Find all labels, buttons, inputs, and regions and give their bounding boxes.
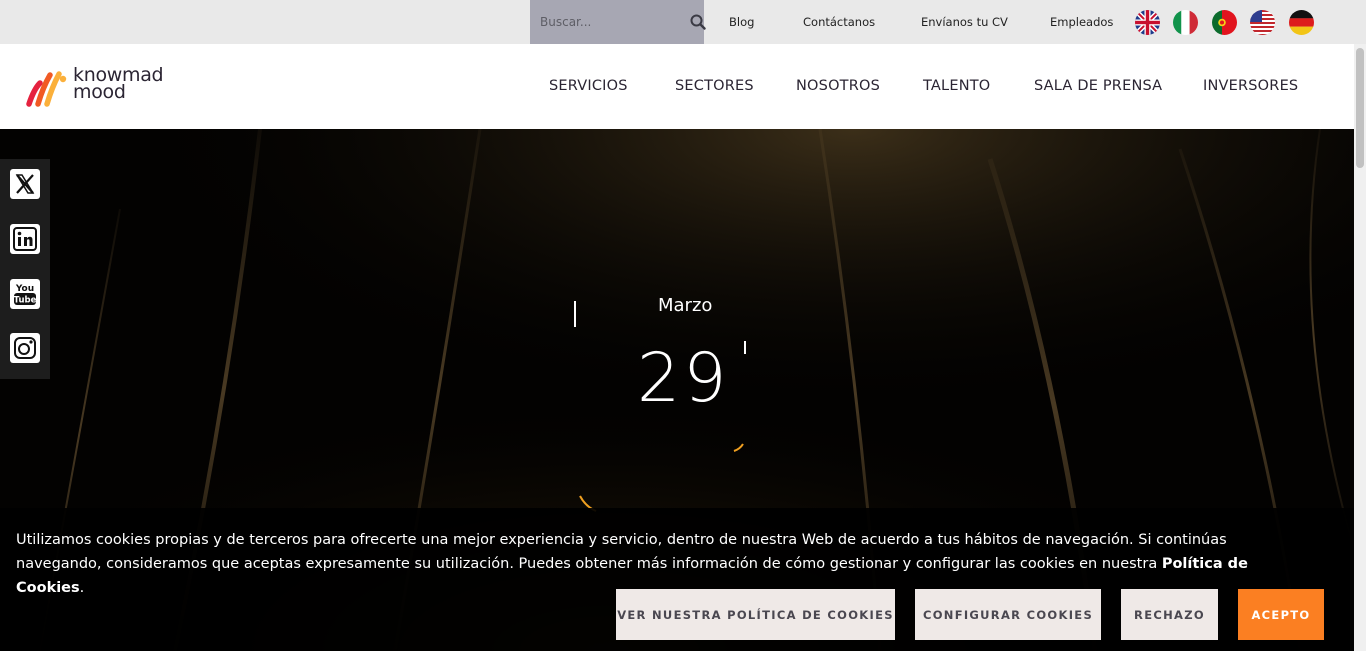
germany-flag-icon[interactable] (1289, 10, 1314, 35)
search-icon[interactable] (690, 0, 706, 44)
nav-inversores[interactable]: INVERSORES (1203, 78, 1298, 94)
date-day: 29 (637, 339, 730, 418)
nav-nosotros[interactable]: NOSOTROS (796, 78, 880, 94)
send-cv-link[interactable]: Envíanos tu CV (921, 15, 1008, 29)
search-input[interactable] (530, 0, 690, 44)
employees-link[interactable]: Empleados (1050, 15, 1113, 29)
linkedin-icon[interactable] (10, 224, 40, 254)
page-scrollbar[interactable] (1354, 44, 1366, 651)
social-sidebar: You Tube (0, 159, 50, 379)
knowmad-mood-logo[interactable]: knowmad mood (26, 66, 186, 109)
search-box (530, 0, 706, 44)
x-twitter-icon[interactable] (10, 169, 40, 199)
portugal-flag-icon[interactable] (1212, 10, 1237, 35)
nav-servicios[interactable]: SERVICIOS (549, 78, 628, 94)
uk-flag-icon[interactable] (1135, 10, 1160, 35)
svg-text:Tube: Tube (14, 296, 37, 306)
logo-wordmark: knowmad mood (73, 66, 164, 103)
cookie-banner: Utilizamos cookies propias y de terceros… (0, 508, 1354, 651)
usa-flag-icon[interactable] (1250, 10, 1275, 35)
blog-link[interactable]: Blog (729, 15, 754, 29)
cookie-period: . (79, 580, 85, 596)
reject-cookies-button[interactable]: RECHAZO (1121, 589, 1218, 640)
scrollbar-thumb[interactable] (1356, 48, 1364, 168)
date-month: Marzo (658, 295, 713, 316)
italy-flag-icon[interactable] (1173, 10, 1198, 35)
configure-cookies-button[interactable]: CONFIGURAR COOKIES (915, 589, 1101, 640)
instagram-icon[interactable] (10, 333, 40, 363)
contact-link[interactable]: Contáctanos (803, 15, 875, 29)
nav-sectores[interactable]: SECTORES (675, 78, 754, 94)
accept-cookies-button[interactable]: ACEPTO (1238, 589, 1324, 640)
view-cookie-policy-button[interactable]: VER NUESTRA POLÍTICA DE COOKIES (616, 589, 895, 640)
top-utility-bar: Blog Contáctanos Envíanos tu CV Empleado… (0, 0, 1366, 44)
logo-mark-icon (26, 71, 67, 107)
nav-sala-de-prensa[interactable]: SALA DE PRENSA (1034, 78, 1162, 94)
nav-talento[interactable]: TALENTO (923, 78, 990, 94)
youtube-icon[interactable]: You Tube (10, 279, 40, 309)
logo-line-2: mood (73, 81, 126, 103)
cookie-message: Utilizamos cookies propias y de terceros… (16, 532, 1227, 572)
main-header: knowmad mood SERVICIOS SECTORES NOSOTROS… (0, 44, 1354, 129)
svg-text:You: You (15, 284, 34, 294)
